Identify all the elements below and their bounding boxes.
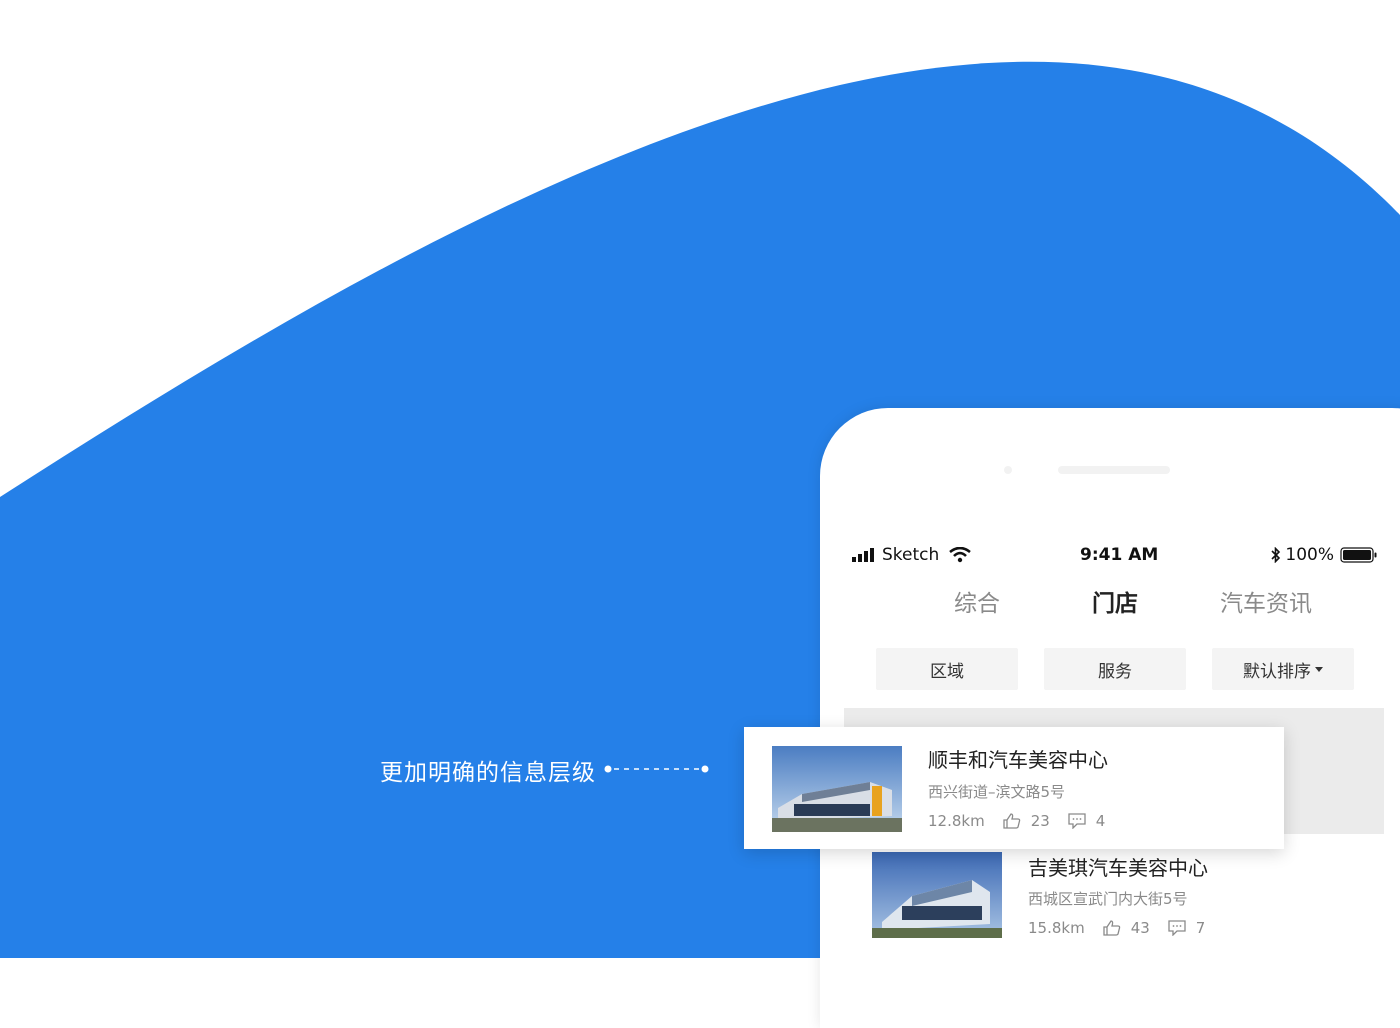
sort-label: 默认排序 <box>1243 661 1311 682</box>
speaker-grille <box>1058 466 1170 474</box>
store-name: 顺丰和汽车美容中心 <box>928 748 1108 772</box>
status-left: Sketch <box>852 544 975 566</box>
store-likes: 43 <box>1130 919 1150 937</box>
store-name: 吉美琪汽车美容中心 <box>1028 856 1208 880</box>
store-meta: 15.8km 43 7 <box>1028 918 1205 938</box>
comment-icon <box>1068 813 1086 829</box>
store-address: 西兴街道–滨文路5号 <box>928 783 1066 801</box>
caret-down-icon <box>1315 666 1323 672</box>
clock: 9:41 AM <box>1080 545 1159 565</box>
carrier-label: Sketch <box>882 545 940 565</box>
battery-percent: 100% <box>1285 545 1334 565</box>
filter-bar: 区域 服务 默认排序 <box>876 648 1396 690</box>
signal-icon <box>852 548 874 562</box>
thumbs-up-icon <box>1103 920 1120 936</box>
filter-area-button[interactable]: 区域 <box>876 648 1018 690</box>
battery-icon <box>1340 547 1377 563</box>
store-address: 西城区宣武门内大街5号 <box>1028 890 1188 908</box>
tab-stores[interactable]: 门店 <box>1092 584 1138 618</box>
bluetooth-icon <box>1271 547 1281 563</box>
store-thumbnail <box>772 746 902 832</box>
store-comments: 4 <box>1095 812 1106 830</box>
filter-service-button[interactable]: 服务 <box>1044 648 1186 690</box>
store-comments: 7 <box>1195 919 1206 937</box>
callout: 更加明确的信息层级 <box>380 752 596 788</box>
callout-text: 更加明确的信息层级 <box>380 760 596 786</box>
callout-connector <box>604 765 709 773</box>
filter-service-label: 服务 <box>1098 661 1132 682</box>
store-distance: 12.8km <box>928 812 985 830</box>
building-image-icon <box>872 852 1002 938</box>
store-likes: 23 <box>1030 812 1050 830</box>
store-meta: 12.8km 23 4 <box>928 811 1105 831</box>
phone-mockup: Sketch 9:41 AM 100% 综合 门店 汽车资讯 区域 服务 默认排… <box>820 408 1400 1028</box>
store-distance: 15.8km <box>1028 919 1085 937</box>
store-thumbnail <box>872 852 1002 938</box>
highlighted-store-card[interactable]: 顺丰和汽车美容中心 西兴街道–滨文路5号 12.8km 23 4 <box>744 727 1284 849</box>
list-item[interactable]: 吉美琪汽车美容中心 西城区宣武门内大街5号 15.8km 43 7 <box>872 852 1372 952</box>
status-right: 100% <box>1271 544 1378 566</box>
wifi-icon <box>949 547 972 563</box>
status-bar: Sketch 9:41 AM 100% <box>852 544 1378 566</box>
front-camera <box>1004 466 1012 474</box>
tab-car-news[interactable]: 汽车资讯 <box>1220 584 1312 618</box>
tab-general[interactable]: 综合 <box>954 584 1000 618</box>
thumbs-up-icon <box>1003 813 1020 829</box>
building-image-icon <box>772 746 902 832</box>
comment-icon <box>1168 920 1186 936</box>
filter-area-label: 区域 <box>930 661 964 682</box>
sort-dropdown[interactable]: 默认排序 <box>1212 648 1354 690</box>
tab-bar: 综合 门店 汽车资讯 <box>920 584 1360 624</box>
